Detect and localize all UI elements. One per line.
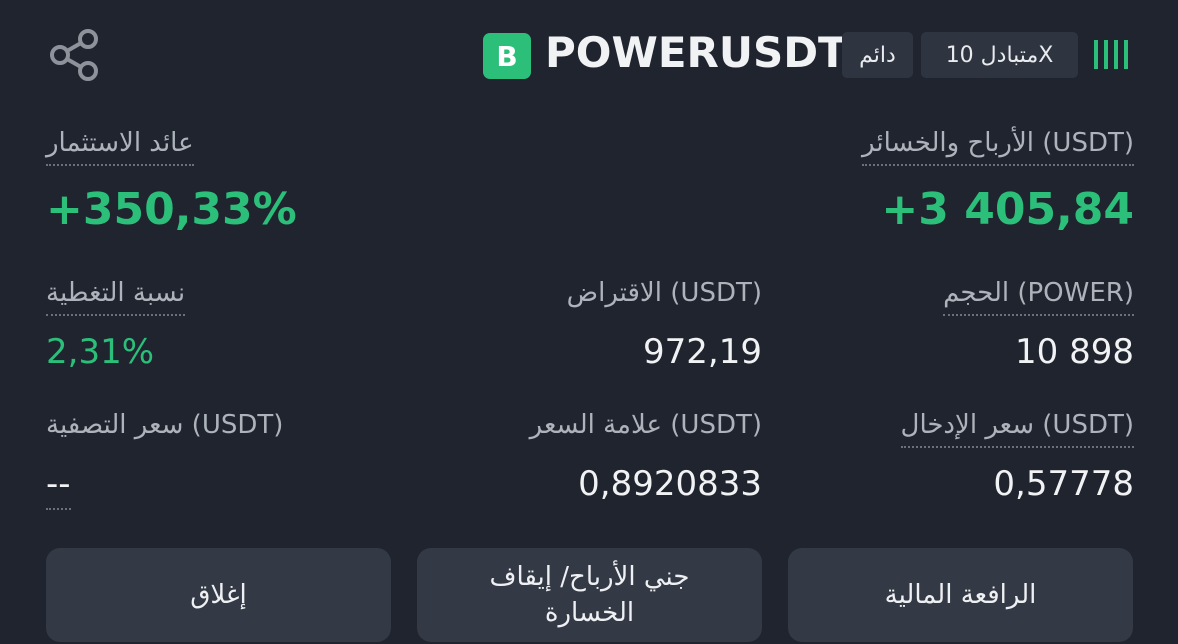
leverage-button[interactable]: الرافعة المالية xyxy=(788,548,1133,642)
signal-bars-icon xyxy=(1094,38,1136,75)
margin-label: الاقتراض (USDT) xyxy=(566,278,762,308)
close-button[interactable]: إغلاق xyxy=(46,548,391,642)
margin-ratio-label: نسبة التغطية xyxy=(46,278,186,316)
entry-price-value: 0,57778 xyxy=(993,464,1134,504)
margin-value: 972,19 xyxy=(643,332,762,372)
share-icon[interactable] xyxy=(46,26,104,84)
size-value: 10 898 xyxy=(1015,332,1134,372)
liq-price-label: سعر التصفية (USDT) xyxy=(46,410,284,440)
leverage-tag: متبادل 10X xyxy=(921,32,1078,78)
mark-price-label: علامة السعر (USDT) xyxy=(529,410,762,440)
tpsl-button[interactable]: جني الأرباح/ إيقاف الخسارة xyxy=(417,548,762,642)
symbol-title: POWERUSDT xyxy=(545,28,847,77)
exchange-badge: B xyxy=(483,33,531,79)
pnl-value: +3 405,84 xyxy=(881,184,1134,235)
mark-price-value: 0,8920833 xyxy=(578,464,762,504)
pnl-label: الأرباح والخسائر (USDT) xyxy=(862,128,1134,166)
roi-value: +350,33% xyxy=(46,184,297,235)
margin-ratio-value: 2,31% xyxy=(46,332,155,372)
entry-price-label: سعر الإدخال (USDT) xyxy=(900,410,1134,448)
perpetual-tag: دائم xyxy=(842,32,913,78)
size-label: الحجم (POWER) xyxy=(943,278,1134,316)
roi-label: عائد الاستثمار xyxy=(46,128,194,166)
liq-price-value: -- xyxy=(46,464,71,510)
